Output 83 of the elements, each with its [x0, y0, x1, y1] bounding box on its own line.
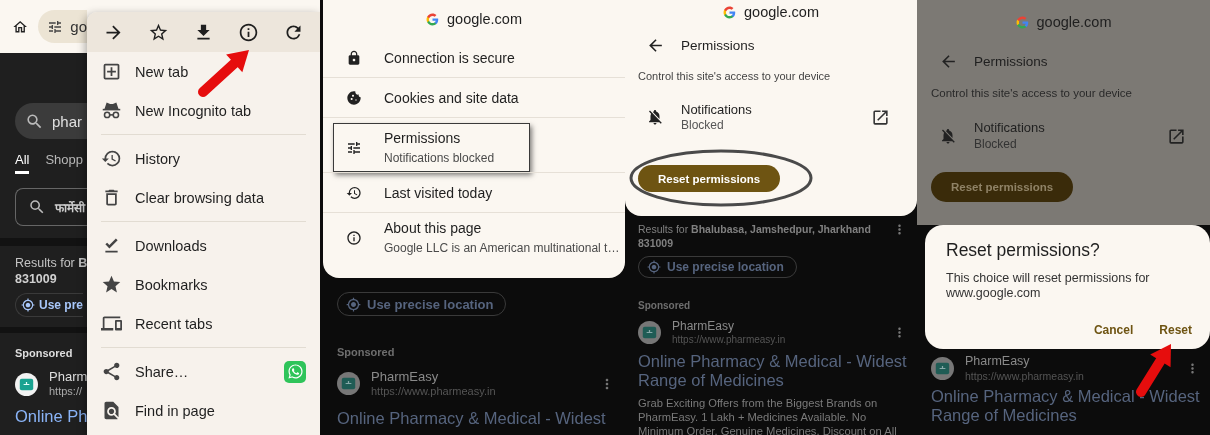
menu-item[interactable]: Share…	[87, 352, 320, 391]
site-info-row[interactable]: Connection is secure	[323, 38, 625, 77]
g-logo-icon	[1015, 15, 1029, 29]
menu-item[interactable]: Downloads	[87, 226, 320, 265]
location-icon	[647, 260, 661, 274]
dialog-button[interactable]: Reset	[1157, 319, 1194, 341]
favicon-icon	[931, 356, 954, 380]
open-external-icon[interactable]	[871, 107, 890, 127]
share-icon	[101, 361, 122, 382]
menu-item[interactable]: Clear browsing data	[87, 178, 320, 217]
site-name: google.com	[447, 11, 522, 27]
postcode-text: 831009	[15, 271, 58, 288]
search-query: phar	[52, 112, 83, 130]
menu-item[interactable]: Bookmarks	[87, 265, 320, 304]
tune-icon	[346, 139, 362, 156]
find-in-page-icon	[101, 400, 122, 421]
advertiser-name: PharmEasy	[965, 354, 1031, 370]
description-text: Control this site's access to your device	[638, 70, 832, 84]
location-text: Results for Bhalubasa, Jamshedpur, Jharkhand 831009	[638, 222, 872, 250]
star-icon	[101, 274, 122, 295]
bell-off-icon	[646, 108, 664, 127]
menu-item[interactable]: New Incognito tab	[87, 91, 320, 130]
description-text: Control this site's access to your device	[931, 86, 1133, 101]
sponsored-label: Sponsored	[337, 346, 396, 360]
menu-item[interactable]: Recent tabs	[87, 304, 320, 343]
reset-permissions-button[interactable]: Reset permissions	[638, 165, 781, 192]
menu-item[interactable]: History	[87, 139, 320, 178]
reset-permissions-button[interactable]: Reset permissions	[931, 171, 1074, 202]
advertiser-name: PharmEasy	[672, 318, 736, 334]
pointer-arrow	[198, 50, 249, 97]
search-icon	[25, 111, 44, 131]
address-bar[interactable]: go	[38, 10, 87, 43]
menu-item[interactable]: Find in page	[87, 391, 320, 430]
ad-url: https://www.pharmeasy.in	[371, 385, 497, 399]
search-query: फार्मेसी	[55, 199, 85, 216]
dialog-message: This choice will reset permissions for www.google.com	[946, 271, 1151, 301]
g-logo-icon	[723, 5, 736, 19]
site-info-row[interactable]: Cookies and site data	[323, 78, 625, 117]
plus-box-icon	[101, 61, 122, 82]
bell-off-icon	[939, 127, 957, 145]
favicon-icon	[15, 372, 38, 396]
sheet-title: Permissions	[681, 37, 755, 53]
permission-name: Notifications	[681, 101, 753, 118]
sheet-title: Permissions	[974, 53, 1048, 69]
info-icon	[238, 21, 259, 43]
advertiser-name: PharmEasy	[371, 368, 440, 385]
site-info-row[interactable]: Permissions Notifications blocked	[333, 123, 530, 172]
info-icon	[346, 229, 362, 246]
location-text: Results for B	[15, 256, 87, 272]
ad-url: https://www.pharmeasy.in	[965, 369, 1085, 383]
ad-url: https://www.pharmeasy.in	[672, 333, 787, 346]
dialog-title: Reset permissions?	[946, 240, 1101, 261]
site-name: google.com	[744, 4, 819, 20]
location-icon	[346, 296, 361, 312]
search-tab[interactable]: All	[15, 152, 30, 174]
result-snippet: Grab Exciting Offers from the Biggest Brands on PharmEasy. 1 Lakh + Medicines Available. No Minimum Order. Genuine Medicines. Discount on All	[638, 395, 898, 435]
star-icon	[148, 21, 169, 43]
history-icon	[101, 148, 122, 169]
permission-status: Blocked	[974, 136, 1018, 152]
cookie-icon	[346, 89, 362, 106]
tune-icon	[47, 18, 64, 35]
url-text: go	[70, 18, 87, 35]
sponsored-label: Sponsored	[15, 347, 74, 361]
favicon-icon	[638, 320, 661, 344]
location-icon	[21, 298, 35, 313]
ad-url: https://	[49, 385, 84, 399]
lock-icon	[346, 49, 362, 66]
g-logo-icon	[426, 12, 439, 26]
site-info-row[interactable]: About this page Google LLC is an American multinational t…	[323, 213, 625, 262]
result-title-link[interactable]: Online Ph	[15, 407, 87, 426]
permission-name: Notifications	[974, 120, 1046, 137]
search-tab[interactable]: Shopp	[45, 152, 84, 174]
search-field[interactable]: phar	[15, 103, 87, 139]
site-name: google.com	[1036, 14, 1112, 30]
history-icon	[346, 184, 362, 201]
incognito-icon	[101, 100, 122, 121]
sponsored-label: Sponsored	[638, 300, 692, 313]
permission-status: Blocked	[681, 118, 725, 133]
favicon-icon	[337, 372, 360, 396]
dialog-button[interactable]: Cancel	[1091, 319, 1136, 341]
site-info-row[interactable]: Last visited today	[323, 173, 625, 212]
search-icon	[28, 198, 46, 216]
advertiser-name: Pharm	[49, 369, 88, 386]
